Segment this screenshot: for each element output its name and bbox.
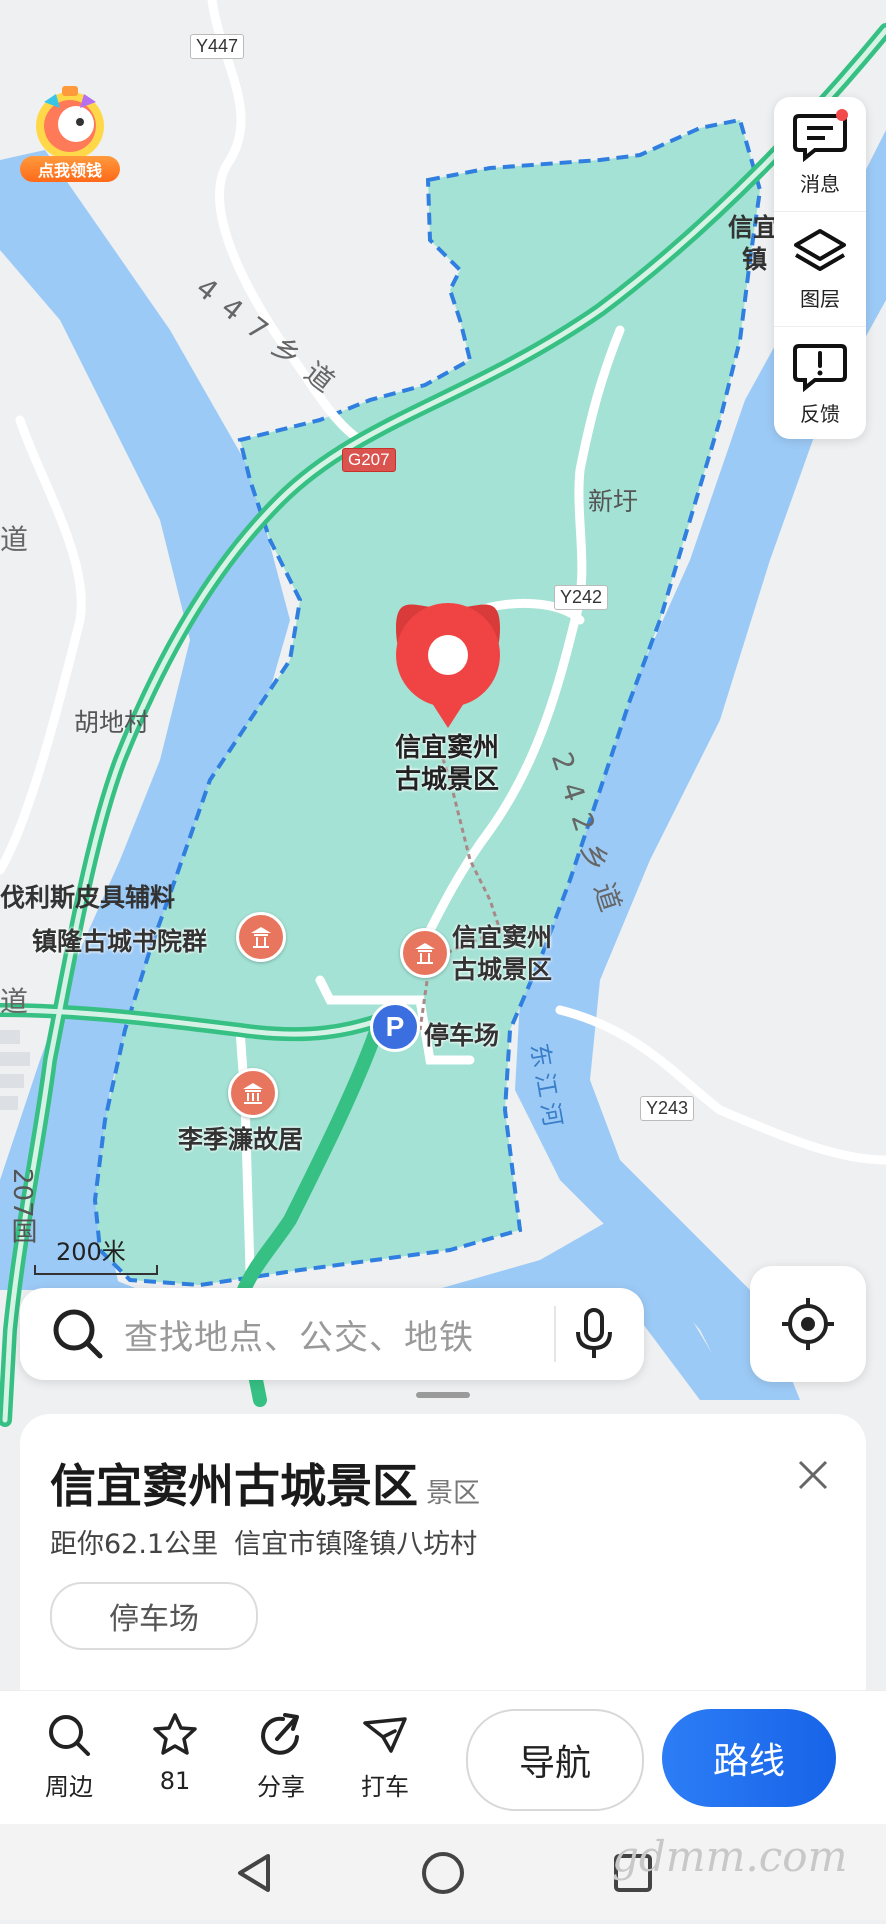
route-button[interactable]: 路线 xyxy=(662,1709,836,1807)
residence-label[interactable]: 李季濂故居 xyxy=(178,1120,303,1156)
museum-icon xyxy=(243,1083,263,1104)
search-placeholder[interactable]: 查找地点、公交、地铁 xyxy=(124,1310,554,1359)
place-label-hudi-village: 胡地村 xyxy=(74,708,150,737)
feedback-button[interactable]: 反馈 xyxy=(774,326,866,441)
layers-button[interactable]: 图层 xyxy=(774,211,866,326)
messages-button[interactable]: 消息 xyxy=(774,97,866,211)
watermark: gdmm.com xyxy=(612,1832,848,1881)
home-icon[interactable] xyxy=(420,1850,466,1896)
taxi-label: 打车 xyxy=(361,1773,409,1801)
taxi-button[interactable]: 打车 xyxy=(340,1711,430,1802)
microphone-icon[interactable] xyxy=(574,1306,614,1362)
search-icon xyxy=(49,1715,90,1756)
back-icon[interactable] xyxy=(232,1850,278,1896)
place-address: 信宜市镇隆镇八坊村 xyxy=(234,1529,478,1560)
layers-label: 图层 xyxy=(800,286,840,311)
place-title: 信宜窦州古城景区 景区 xyxy=(50,1450,480,1516)
road-name-left-edge-2: 道 xyxy=(0,985,29,1018)
share-button[interactable]: 分享 xyxy=(236,1711,326,1802)
place-category: 景区 xyxy=(426,1478,480,1509)
search-icon xyxy=(53,1309,103,1359)
pavilion-icon xyxy=(251,927,271,948)
close-icon[interactable] xyxy=(788,1450,838,1500)
road-name-left-edge: 道 xyxy=(0,523,29,556)
nearby-label: 周边 xyxy=(45,1773,93,1801)
locate-icon xyxy=(782,1298,834,1350)
academy-label[interactable]: 镇隆古城书院群 xyxy=(32,922,207,958)
place-name: 信宜窦州古城景区 xyxy=(50,1459,418,1513)
unread-dot xyxy=(836,109,848,121)
sheet-drag-handle[interactable] xyxy=(416,1392,470,1398)
place-label-xinyi-town-2: 镇 xyxy=(742,245,768,274)
promo-badge: 点我领钱 xyxy=(20,156,120,182)
road-tag-y242: Y242 xyxy=(554,585,609,610)
share-icon xyxy=(261,1713,299,1755)
place-label-xinxu: 新圩 xyxy=(588,487,639,516)
feedback-label: 反馈 xyxy=(800,401,840,426)
road-tag-g207: G207 xyxy=(342,448,396,472)
road-tag-y447: Y447 xyxy=(190,34,245,59)
place-label-xinyi-town: 信宜 xyxy=(728,213,779,242)
map-control-panel: 消息 图层 反馈 xyxy=(774,97,866,439)
locate-me-button[interactable] xyxy=(750,1266,866,1382)
search-bar[interactable]: 查找地点、公交、地铁 xyxy=(20,1288,644,1380)
mascot-icon xyxy=(36,86,104,160)
place-detail-sheet: 信宜窦州古城景区 景区 距你62.1公里 信宜市镇隆镇八坊村 停车场 xyxy=(20,1414,866,1690)
star-icon xyxy=(153,1713,197,1755)
place-label-kelisi: 伐利斯皮具辅料 xyxy=(0,883,176,912)
share-label: 分享 xyxy=(257,1773,305,1801)
road-tag-y243: Y243 xyxy=(640,1096,695,1121)
search-divider xyxy=(554,1306,556,1362)
nearby-button[interactable]: 周边 xyxy=(24,1711,114,1802)
academy-poi-pin[interactable] xyxy=(236,912,286,962)
promo-button[interactable]: 点我领钱 xyxy=(18,78,122,182)
action-bar: 周边 81 分享 打车 导航 路线 xyxy=(0,1690,886,1825)
parking-label[interactable]: 停车场 xyxy=(424,1016,499,1052)
taxi-icon xyxy=(363,1717,407,1753)
residence-poi-pin[interactable] xyxy=(228,1068,278,1118)
map-scale: 200米 xyxy=(34,1232,158,1275)
parking-icon[interactable]: P xyxy=(370,1002,420,1052)
scale-text: 200米 xyxy=(56,1238,126,1266)
favorites-count: 81 xyxy=(159,1767,191,1795)
favorite-button[interactable]: 81 xyxy=(130,1711,220,1795)
feedback-icon xyxy=(793,343,847,392)
layers-icon xyxy=(794,228,846,271)
pavilion-icon xyxy=(415,943,435,964)
navigate-button[interactable]: 导航 xyxy=(466,1709,644,1811)
place-distance: 距你62.1公里 xyxy=(50,1529,219,1560)
selected-pin-label[interactable]: 信宜窦州古城景区 xyxy=(392,732,502,796)
parking-tag-button[interactable]: 停车场 xyxy=(50,1582,258,1650)
place-info: 距你62.1公里 信宜市镇隆镇八坊村 xyxy=(50,1522,477,1561)
messages-label: 消息 xyxy=(800,171,840,196)
scenic-poi-label[interactable]: 信宜窦州古城景区 xyxy=(452,922,568,986)
scenic-poi-pin[interactable] xyxy=(400,928,450,978)
